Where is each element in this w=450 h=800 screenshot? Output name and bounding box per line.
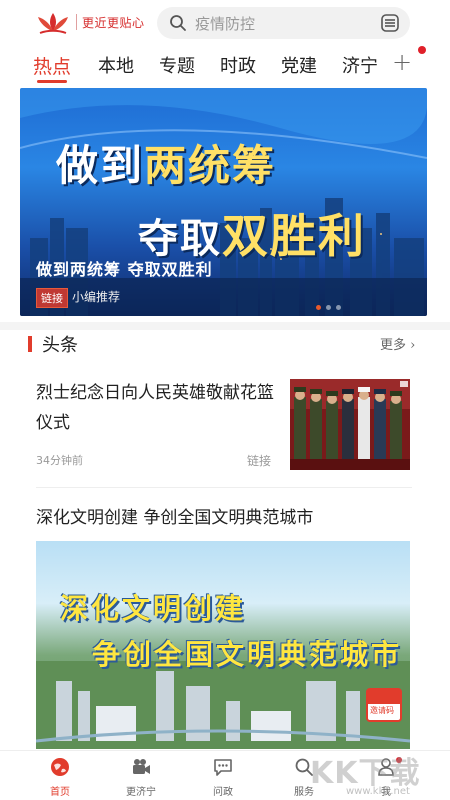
- notification-dot: [418, 46, 426, 54]
- tab-topics[interactable]: 专题: [159, 52, 195, 78]
- banner-caption: 做到两统筹 夺取双胜利: [36, 260, 213, 279]
- nav-inquiry-label: 问政: [213, 787, 233, 798]
- banner-link-tag: 链接: [36, 288, 68, 308]
- category-tabs: 热点 本地 专题 时政 党建 济宁 +: [0, 46, 450, 84]
- carousel-dot[interactable]: [336, 305, 341, 310]
- banner-subtitle: 小编推荐: [72, 290, 121, 304]
- scan-icon[interactable]: [380, 13, 400, 33]
- add-channel-button[interactable]: +: [392, 48, 412, 76]
- banner-carousel[interactable]: 做到两统筹 夺取双胜利 做到两统筹 夺取双胜利 链接 小编推荐: [20, 88, 427, 316]
- news-time: 34分钟前: [36, 454, 83, 467]
- logo-divider: [76, 14, 77, 30]
- nav-jining[interactable]: 更济宁: [111, 751, 171, 800]
- chat-bubble-icon: [214, 759, 232, 776]
- tab-politics[interactable]: 时政: [220, 52, 256, 78]
- carousel-dot-active[interactable]: [316, 305, 321, 310]
- carousel-dots: [316, 295, 346, 314]
- envelope-icon: [368, 690, 400, 704]
- globe-icon: [51, 758, 69, 776]
- nav-inquiry[interactable]: 问政: [193, 751, 253, 800]
- news-title[interactable]: 深化文明创建 争创全国文明典范城市: [36, 503, 313, 528]
- watermark-url: www.kkx.net: [346, 786, 410, 797]
- nav-home[interactable]: 首页: [30, 751, 90, 800]
- nav-home-label: 首页: [50, 787, 70, 798]
- red-flower-logo[interactable]: [34, 9, 72, 37]
- more-link[interactable]: 更多 ›: [380, 334, 415, 353]
- banner-headline-line1: 做到两统筹: [56, 141, 277, 190]
- section-accent-bar: [28, 336, 32, 352]
- honor-guard-thumbnail[interactable]: [290, 379, 410, 470]
- news-tag: 链接: [247, 454, 272, 468]
- app-header: 更近更贴心 疫情防控: [0, 0, 450, 46]
- video-camera-icon: [133, 759, 150, 774]
- nav-jining-label: 更济宁: [126, 787, 156, 798]
- invite-code-label: 邀请码: [370, 706, 394, 715]
- search-placeholder: 疫情防控: [195, 15, 256, 33]
- search-bar[interactable]: 疫情防控: [157, 7, 410, 39]
- active-tab-indicator: [37, 80, 67, 83]
- tab-hot[interactable]: 热点: [33, 52, 71, 79]
- tab-local[interactable]: 本地: [98, 52, 134, 78]
- app-slogan: 更近更贴心: [82, 16, 145, 30]
- section-gap: [0, 322, 450, 330]
- image-headline-line2: 争创全国文明典范城市: [92, 638, 403, 671]
- invite-code-button[interactable]: 邀请码: [366, 688, 402, 722]
- image-headline-line1: 深化文明创建: [60, 592, 247, 625]
- search-icon: [170, 15, 186, 31]
- news-title[interactable]: 烈士纪念日向人民英雄敬献花篮仪式: [36, 378, 276, 438]
- section-title: 头条: [42, 335, 78, 356]
- news-divider: [36, 487, 412, 488]
- tab-jining[interactable]: 济宁: [342, 52, 378, 78]
- carousel-dot[interactable]: [326, 305, 331, 310]
- tab-party[interactable]: 党建: [281, 52, 317, 78]
- civilization-city-image[interactable]: 深化文明创建 争创全国文明典范城市: [36, 541, 410, 749]
